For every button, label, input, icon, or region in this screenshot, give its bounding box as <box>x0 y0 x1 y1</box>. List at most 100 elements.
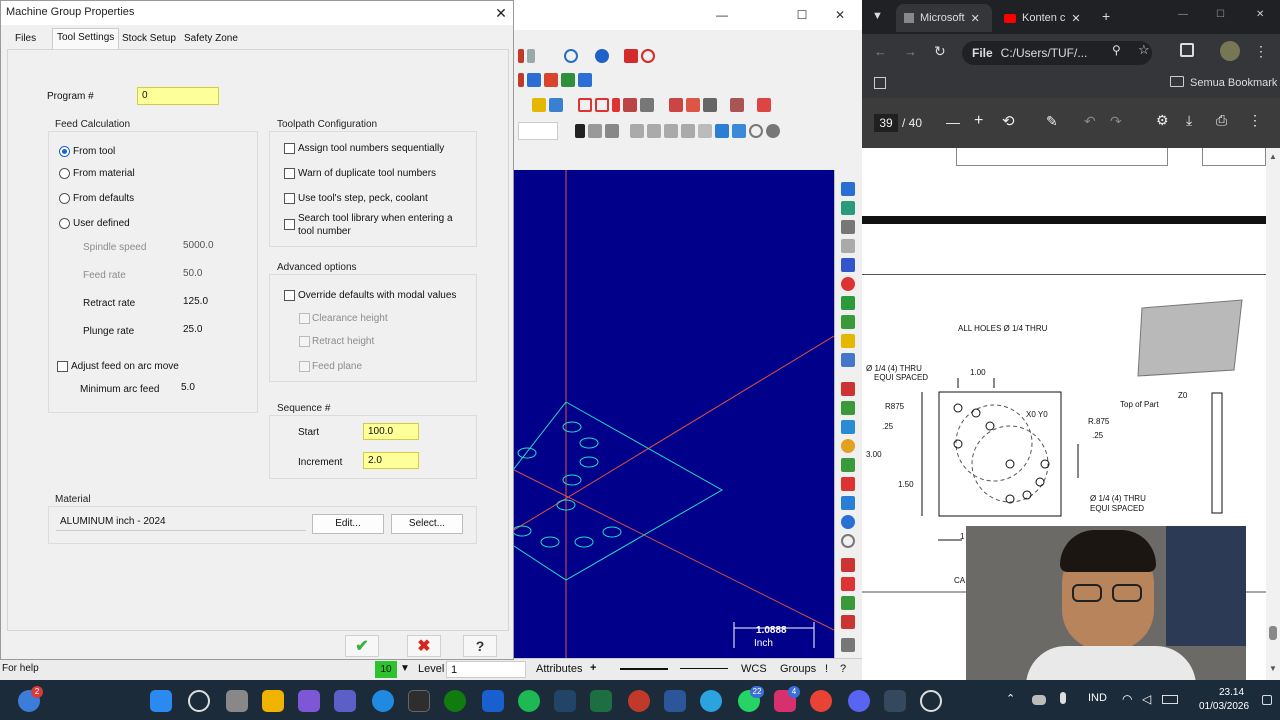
toolbar-icon[interactable] <box>715 124 729 138</box>
search-tool-library-checkbox[interactable] <box>284 219 295 230</box>
toolbar-icon[interactable] <box>841 315 855 329</box>
toolbar-icon[interactable] <box>730 98 744 112</box>
grid-icon[interactable] <box>595 98 609 112</box>
toolbar-icon[interactable] <box>612 98 620 112</box>
retract-height-checkbox[interactable] <box>299 336 310 347</box>
toolbar-icon[interactable] <box>732 124 746 138</box>
file-explorer-icon[interactable] <box>262 690 284 712</box>
menu-icon[interactable]: ⋮ <box>1254 43 1268 60</box>
material-select-button[interactable]: Select... <box>391 514 463 534</box>
chrome-icon[interactable] <box>810 690 832 712</box>
xbox-icon[interactable] <box>444 690 466 712</box>
toolbar-icon[interactable] <box>518 73 524 87</box>
print-icon[interactable]: ⎙ <box>1216 112 1227 129</box>
toolbar-icon[interactable] <box>766 124 780 138</box>
line-width-selector[interactable] <box>680 668 728 669</box>
clock-date[interactable]: 01/03/2026 <box>1199 701 1249 712</box>
forward-icon[interactable]: → <box>904 44 917 59</box>
toolbar-icon[interactable] <box>841 596 855 610</box>
browser-tab-youtube[interactable]: Konten c ✕ <box>996 4 1092 32</box>
material-edit-button[interactable]: Edit... <box>312 514 384 534</box>
toolbar-icon[interactable] <box>757 98 771 112</box>
toolbar-icon[interactable] <box>518 49 524 63</box>
tab-tool-settings[interactable]: Tool Settings <box>52 28 120 50</box>
level-value[interactable]: 10 <box>375 661 397 678</box>
avatar[interactable] <box>1220 41 1240 61</box>
toolbar-icon[interactable] <box>623 98 637 112</box>
toolbar-icon[interactable] <box>640 98 654 112</box>
more-icon[interactable]: ⋮ <box>1248 112 1262 129</box>
sequence-start-input[interactable]: 100.0 <box>363 423 419 440</box>
maximize-icon[interactable]: ☐ <box>1216 9 1225 20</box>
toolbar-icon[interactable] <box>841 201 855 215</box>
toolbar-icon[interactable] <box>749 124 763 138</box>
toolbar-icon[interactable] <box>841 638 855 652</box>
toolbar-icon[interactable] <box>841 439 855 453</box>
word-icon[interactable] <box>664 690 686 712</box>
windows-start-icon[interactable] <box>150 690 172 712</box>
close-icon[interactable]: ✕ <box>491 3 511 23</box>
wifi-icon[interactable]: ◠ <box>1122 692 1132 706</box>
scroll-down-icon[interactable]: ▼ <box>1269 664 1277 673</box>
store-icon[interactable] <box>408 690 430 712</box>
dropdown-arrow-icon[interactable]: ▼ <box>400 663 410 674</box>
toolbar-icon[interactable] <box>841 420 855 434</box>
pdf-scrollbar[interactable]: ▲ ▼ <box>1266 148 1280 680</box>
microphone-icon[interactable] <box>1060 692 1066 704</box>
adjust-feed-checkbox[interactable] <box>57 361 68 372</box>
browser-tab-microsoft[interactable]: Microsoft ✕ <box>896 4 992 32</box>
use-tool-step-checkbox[interactable] <box>284 193 295 204</box>
steam-icon[interactable] <box>554 690 576 712</box>
back-icon[interactable]: ← <box>874 44 887 59</box>
toolbar-icon[interactable] <box>605 124 619 138</box>
battery-icon[interactable] <box>1162 695 1178 704</box>
extensions-icon[interactable] <box>1180 43 1194 57</box>
app-icon[interactable] <box>482 690 504 712</box>
toolbar-icon[interactable] <box>578 73 592 87</box>
toolbar-icon[interactable] <box>841 353 855 367</box>
all-bookmarks-link[interactable]: Semua Bookmark <box>1190 77 1277 89</box>
apps-icon[interactable] <box>874 77 886 89</box>
close-icon[interactable]: ✕ <box>1256 9 1264 20</box>
language-indicator[interactable]: IND <box>1088 692 1107 704</box>
retract-rate-input[interactable]: 125.0 <box>179 294 237 311</box>
warn-duplicate-checkbox[interactable] <box>284 168 295 179</box>
teams-icon[interactable] <box>334 690 356 712</box>
radio-from-defaults[interactable] <box>59 193 70 204</box>
toolbar-icon[interactable] <box>841 401 855 415</box>
toolbar-icon[interactable] <box>686 98 700 112</box>
edge-icon[interactable] <box>372 690 394 712</box>
toolbar-icon[interactable] <box>841 220 855 234</box>
toolbar-icon[interactable] <box>841 296 855 310</box>
toolbar-icon[interactable] <box>841 458 855 472</box>
mastercam-icon[interactable] <box>884 690 906 712</box>
toolbar-icon[interactable] <box>841 477 855 491</box>
minimize-icon[interactable]: — <box>702 0 742 30</box>
assign-sequential-checkbox[interactable] <box>284 143 295 154</box>
undo-icon[interactable] <box>841 258 855 272</box>
toolbar-icon[interactable] <box>841 382 855 396</box>
feed-plane-checkbox[interactable] <box>299 361 310 372</box>
search-icon[interactable] <box>188 690 210 712</box>
override-defaults-checkbox[interactable] <box>284 290 295 301</box>
radio-from-material[interactable] <box>59 168 70 179</box>
discord-icon[interactable] <box>848 690 870 712</box>
wire-icon[interactable] <box>641 49 655 63</box>
cloud-icon[interactable] <box>1032 695 1046 705</box>
toolbar-icon[interactable] <box>841 239 855 253</box>
scroll-thumb[interactable] <box>1269 626 1277 640</box>
tab-stock-setup[interactable]: Stock Setup <box>118 31 180 49</box>
task-view-icon[interactable] <box>226 690 248 712</box>
clock-time[interactable]: 23.14 <box>1219 687 1244 698</box>
toolbar-icon[interactable] <box>841 534 855 548</box>
toolbar-icon[interactable] <box>841 558 855 572</box>
feed-rate-input[interactable]: 50.0 <box>179 266 237 283</box>
close-icon[interactable]: ✕ <box>820 0 860 30</box>
clearance-height-checkbox[interactable] <box>299 313 310 324</box>
grid-icon[interactable] <box>578 98 592 112</box>
tab-close-icon[interactable]: ✕ <box>971 12 980 25</box>
zoom-icon[interactable]: ⚲ <box>1112 43 1121 57</box>
tab-close-icon[interactable]: ✕ <box>1071 12 1080 25</box>
toolbar-icon[interactable] <box>841 334 855 348</box>
fit-page-icon[interactable]: ⟲ <box>1002 112 1015 130</box>
